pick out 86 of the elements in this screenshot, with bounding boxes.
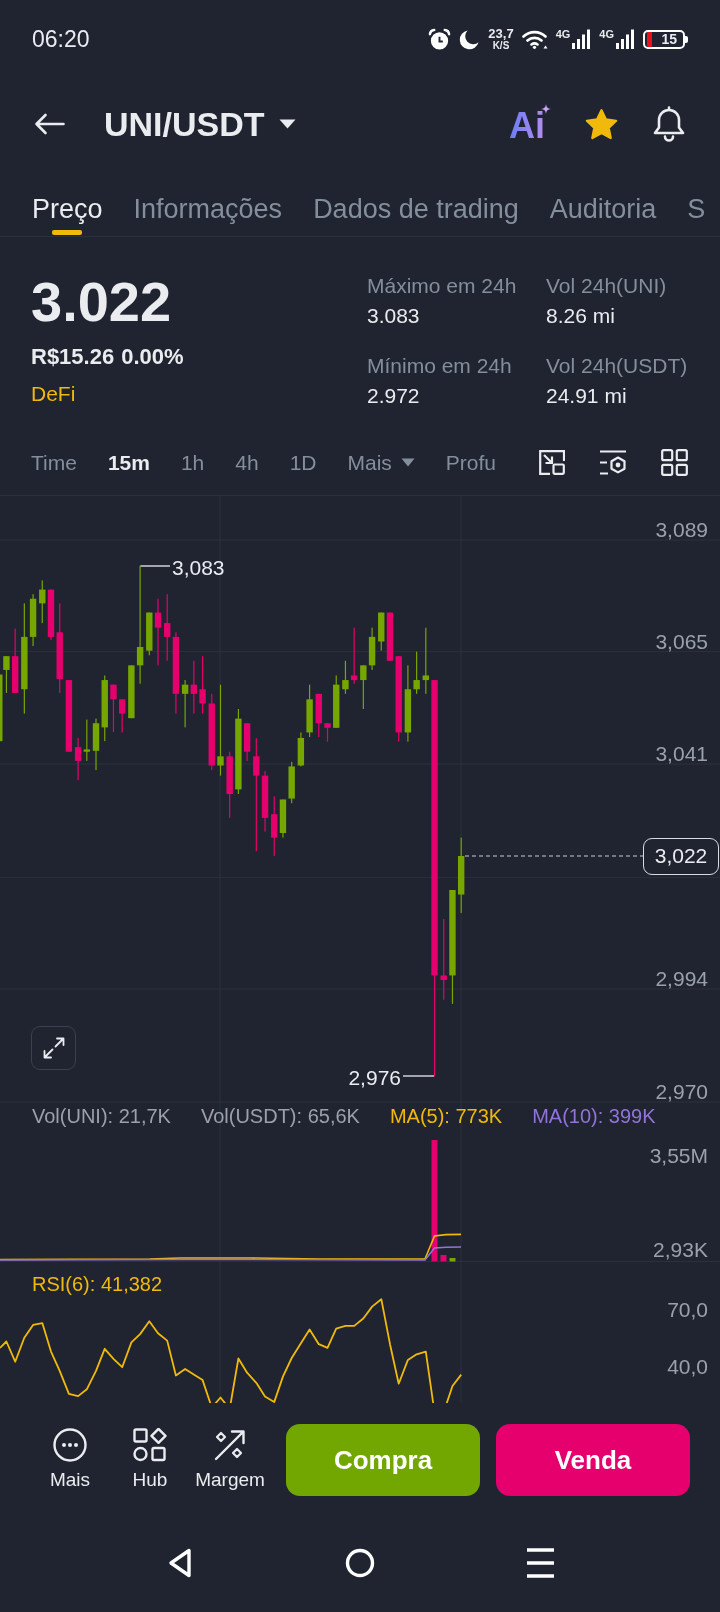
rsi-axis-label: 70,0 <box>667 1298 708 1321</box>
hexagon-list-icon[interactable] <box>599 450 627 475</box>
candlestick <box>226 751 233 818</box>
leader-line <box>402 1075 435 1077</box>
volume-bar <box>440 1255 447 1262</box>
shapes-icon <box>133 1428 167 1462</box>
grid-icon[interactable] <box>661 449 688 476</box>
more-icon <box>53 1428 87 1462</box>
action-button[interactable]: Hub <box>110 1424 190 1491</box>
tab[interactable]: Dados de trading <box>313 182 519 236</box>
network-speed-unit: K/S <box>492 41 510 51</box>
volume-axis-label: 3,55M <box>649 1143 708 1167</box>
alarm-clock-icon <box>428 27 452 51</box>
category-tag[interactable]: DeFi <box>31 381 76 407</box>
stat-label: Vol 24h(UNI) <box>546 273 668 299</box>
home-circle-icon[interactable] <box>345 1548 375 1578</box>
price-axis-label: 3,065 <box>655 630 708 653</box>
volume-bar <box>449 1258 456 1262</box>
moon-icon <box>459 28 481 50</box>
network-speed-value: 23,7 <box>488 27 514 40</box>
tab[interactable]: Informações <box>133 182 283 236</box>
caret-icon[interactable] <box>278 119 296 129</box>
star-icon[interactable] <box>584 107 619 141</box>
picture-in-picture-icon[interactable] <box>539 450 565 475</box>
sell-button[interactable]: Venda <box>496 1424 690 1496</box>
interval-option[interactable]: Mais <box>347 449 415 476</box>
menu-icon[interactable] <box>526 1548 554 1578</box>
interval-option[interactable]: 1h <box>180 449 205 476</box>
price-axis-label: 2,970 <box>655 1080 708 1103</box>
caret-icon <box>400 458 415 467</box>
volume-legend-label: Vol(UNI): 21,7K <box>32 1104 171 1128</box>
high-price-label: 3,083 <box>172 556 225 579</box>
candlestick <box>333 675 340 728</box>
wifi-icon <box>521 29 548 49</box>
stat-label: Máximo em 24h <box>367 273 518 299</box>
tab[interactable]: S <box>687 182 706 236</box>
back-triangle-icon[interactable] <box>168 1548 192 1578</box>
interval-option[interactable]: Time <box>31 449 77 476</box>
interval-option[interactable]: 1D <box>289 449 317 476</box>
clock-time: 06:20 <box>32 27 90 51</box>
interval-option[interactable]: 4h <box>235 449 259 476</box>
action-button[interactable]: Mais <box>30 1424 110 1491</box>
volume-legend-label: Vol(USDT): 65,6K <box>200 1104 360 1128</box>
sparkle-icon <box>541 104 551 114</box>
rsi-legend-label: RSI(6): 41,382 <box>32 1272 163 1296</box>
rsi-axis-label: 40,0 <box>667 1354 708 1378</box>
candlestick <box>110 684 117 732</box>
price-axis-label: 3,041 <box>655 742 708 765</box>
candlestick <box>119 699 126 733</box>
fiat-price: R$15.26 <box>31 344 115 370</box>
expand-arrows-icon <box>42 1037 65 1059</box>
network-type-label: 4G <box>555 29 571 40</box>
price-change: 0.00% <box>121 344 184 370</box>
last-price-label: 3,022 <box>643 838 719 875</box>
buy-button[interactable]: Compra <box>286 1424 480 1496</box>
network-type-label: 4G <box>599 29 614 40</box>
low-price-label: 2,976 <box>348 1066 401 1089</box>
price-axis-label: 2,994 <box>655 967 708 990</box>
expand-button[interactable] <box>31 1026 76 1070</box>
volume-legend-label: MA(10): 399K <box>532 1104 656 1128</box>
interval-option[interactable]: 15m <box>107 449 150 476</box>
volume-axis-label: 2,93K <box>653 1238 708 1261</box>
stat-value: 3.083 <box>367 303 421 329</box>
back-arrow-icon[interactable] <box>34 113 65 135</box>
candlestick <box>422 627 429 694</box>
tab[interactable]: Preço <box>32 182 103 236</box>
candlestick <box>324 723 331 742</box>
volume-legend-label: MA(5): 773K <box>389 1104 503 1128</box>
stat-value: 2.972 <box>367 383 421 409</box>
stat-label: Vol 24h(USDT) <box>546 353 688 379</box>
signal-bars-icon <box>571 29 592 49</box>
price-axis-label: 3,089 <box>655 518 708 541</box>
battery-indicator: 15 <box>643 29 688 49</box>
pair-title[interactable]: UNI/USDT <box>104 107 265 141</box>
stat-label: Mínimo em 24h <box>367 353 513 379</box>
candlestick <box>315 693 322 737</box>
bell-icon[interactable] <box>652 106 686 142</box>
action-button[interactable]: Margem <box>190 1424 270 1491</box>
last-price: 3.022 <box>31 274 173 330</box>
leader-line <box>139 565 171 567</box>
stat-value: 8.26 mi <box>546 303 616 329</box>
arrow-diamonds-icon <box>213 1428 247 1462</box>
stat-value: 24.91 mi <box>546 383 628 409</box>
interval-option[interactable]: Profu <box>445 449 497 476</box>
signal-bars-icon <box>615 29 635 49</box>
tab[interactable]: Auditoria <box>549 182 657 236</box>
